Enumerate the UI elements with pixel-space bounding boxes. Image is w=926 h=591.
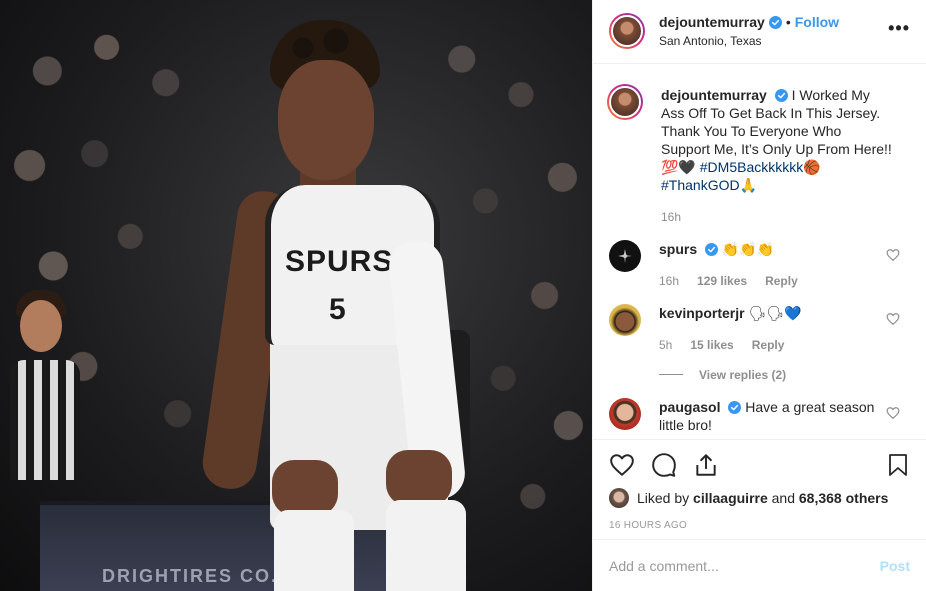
player-right-fist [386,450,452,506]
liked-by: Liked by cillaaguirre and 68,368 others [609,488,910,509]
commenter-avatar-kevinporterjr[interactable] [609,303,641,336]
view-replies-line [659,374,683,376]
comments-list: dejountemurray I Worked My Ass Off To Ge… [593,64,926,440]
add-comment-bar: Post [593,539,926,591]
instagram-post-view: DRIGHTIRES CO... SPURS 5 dejountemurray … [0,0,926,591]
comment-body: paugasol Have a great season little bro! [659,398,891,434]
jersey-number: 5 [329,293,346,326]
hashtag-link[interactable]: #ThankGOD🙏 [661,177,757,193]
comment-body: kevinporterjr 🗣🗣💙 5h 15 likes Reply View… [659,304,891,384]
verified-badge-icon [705,242,719,256]
share-icon[interactable] [693,452,719,478]
referee-head [20,300,62,352]
player-left-leg [274,510,354,591]
like-comment-heart-icon[interactable] [886,406,900,420]
more-options-icon[interactable]: ••• [888,18,910,45]
comment-time[interactable]: 5h [659,336,672,354]
post-timestamp[interactable]: 16 HOURS AGO [609,520,910,531]
player-right-leg [386,500,466,591]
action-icons-row [609,450,910,480]
comment-username[interactable]: paugasol [659,399,720,415]
caption-time[interactable]: 16h [661,208,681,226]
view-replies-button[interactable]: View replies (2) [659,366,891,384]
like-comment-heart-icon[interactable] [886,312,900,326]
commenter-avatar-paugasol[interactable] [609,397,641,430]
comment-username[interactable]: kevinporterjr [659,305,745,321]
spur-logo-icon [618,248,632,263]
verified-badge-icon [768,15,782,29]
author-avatar-image [611,15,643,48]
verified-badge-icon [728,400,742,414]
comment-likes[interactable]: 129 likes [697,272,747,290]
liked-by-others[interactable]: 68,368 others [799,490,889,506]
comment-item: paugasol Have a great season little bro! [609,397,910,434]
comment-likes[interactable]: 15 likes [690,336,733,354]
jersey-wordmark: SPURS [285,245,394,278]
player-head [278,60,374,180]
post-sidebar: dejountemurray • Follow San Antonio, Tex… [592,0,926,591]
like-heart-icon[interactable] [609,452,635,478]
like-comment-heart-icon[interactable] [886,248,900,262]
save-bookmark-icon[interactable] [886,452,910,478]
reply-button[interactable]: Reply [752,336,785,354]
add-comment-input[interactable] [609,557,880,574]
author-row: dejountemurray • Follow [659,14,839,30]
comment-bubble-icon[interactable] [651,452,677,478]
referee-figure [0,290,90,591]
referee-shirt [10,360,80,480]
follow-separator: • [785,14,791,31]
caption-username[interactable]: dejountemurray [661,87,767,103]
author-avatar[interactable] [609,13,645,50]
author-info: dejountemurray • Follow San Antonio, Tex… [659,14,839,48]
liked-by-prefix: Liked by [637,490,690,507]
comment-item: kevinporterjr 🗣🗣💙 5h 15 likes Reply View… [609,303,910,384]
hashtag-link[interactable]: #DM5Backkkkkk🏀 [700,159,821,175]
comment-meta: 16h 129 likes Reply [659,272,891,290]
caption-meta: 16h [661,208,893,226]
caption-avatar[interactable] [607,83,643,120]
caption: dejountemurray I Worked My Ass Off To Ge… [607,83,910,226]
player-figure: SPURS 5 [199,20,500,591]
player-left-fist [272,460,338,516]
commenter-avatar-spurs[interactable] [609,239,641,272]
liked-by-user[interactable]: cillaaguirre [693,490,768,506]
reply-button[interactable]: Reply [765,272,798,290]
liked-by-line: Liked by cillaaguirre and 68,368 others [637,490,888,506]
follow-button[interactable]: Follow [795,14,839,30]
caption-body: dejountemurray I Worked My Ass Off To Ge… [661,86,893,226]
comment-body: spurs 👏👏👏 16h 129 likes Reply [659,240,891,290]
comment-item: spurs 👏👏👏 16h 129 likes Reply [609,239,910,290]
post-comment-button[interactable]: Post [880,558,910,574]
comment-text: 👏👏👏 [721,240,775,257]
verified-badge-icon [774,88,788,102]
comment-username[interactable]: spurs [659,241,697,257]
caption-avatar-image [609,85,641,118]
view-replies-label: View replies (2) [699,367,787,382]
comment-text: 🗣🗣💙 [748,304,802,321]
liked-by-avatar[interactable] [609,488,629,509]
author-username[interactable]: dejountemurray [659,14,765,30]
liked-by-and: and [771,490,795,507]
post-location[interactable]: San Antonio, Texas [659,34,839,48]
comment-time[interactable]: 16h [659,272,679,290]
comment-meta: 5h 15 likes Reply [659,336,891,354]
post-photo[interactable]: DRIGHTIRES CO... SPURS 5 [0,0,592,591]
post-header: dejountemurray • Follow San Antonio, Tex… [593,0,926,64]
